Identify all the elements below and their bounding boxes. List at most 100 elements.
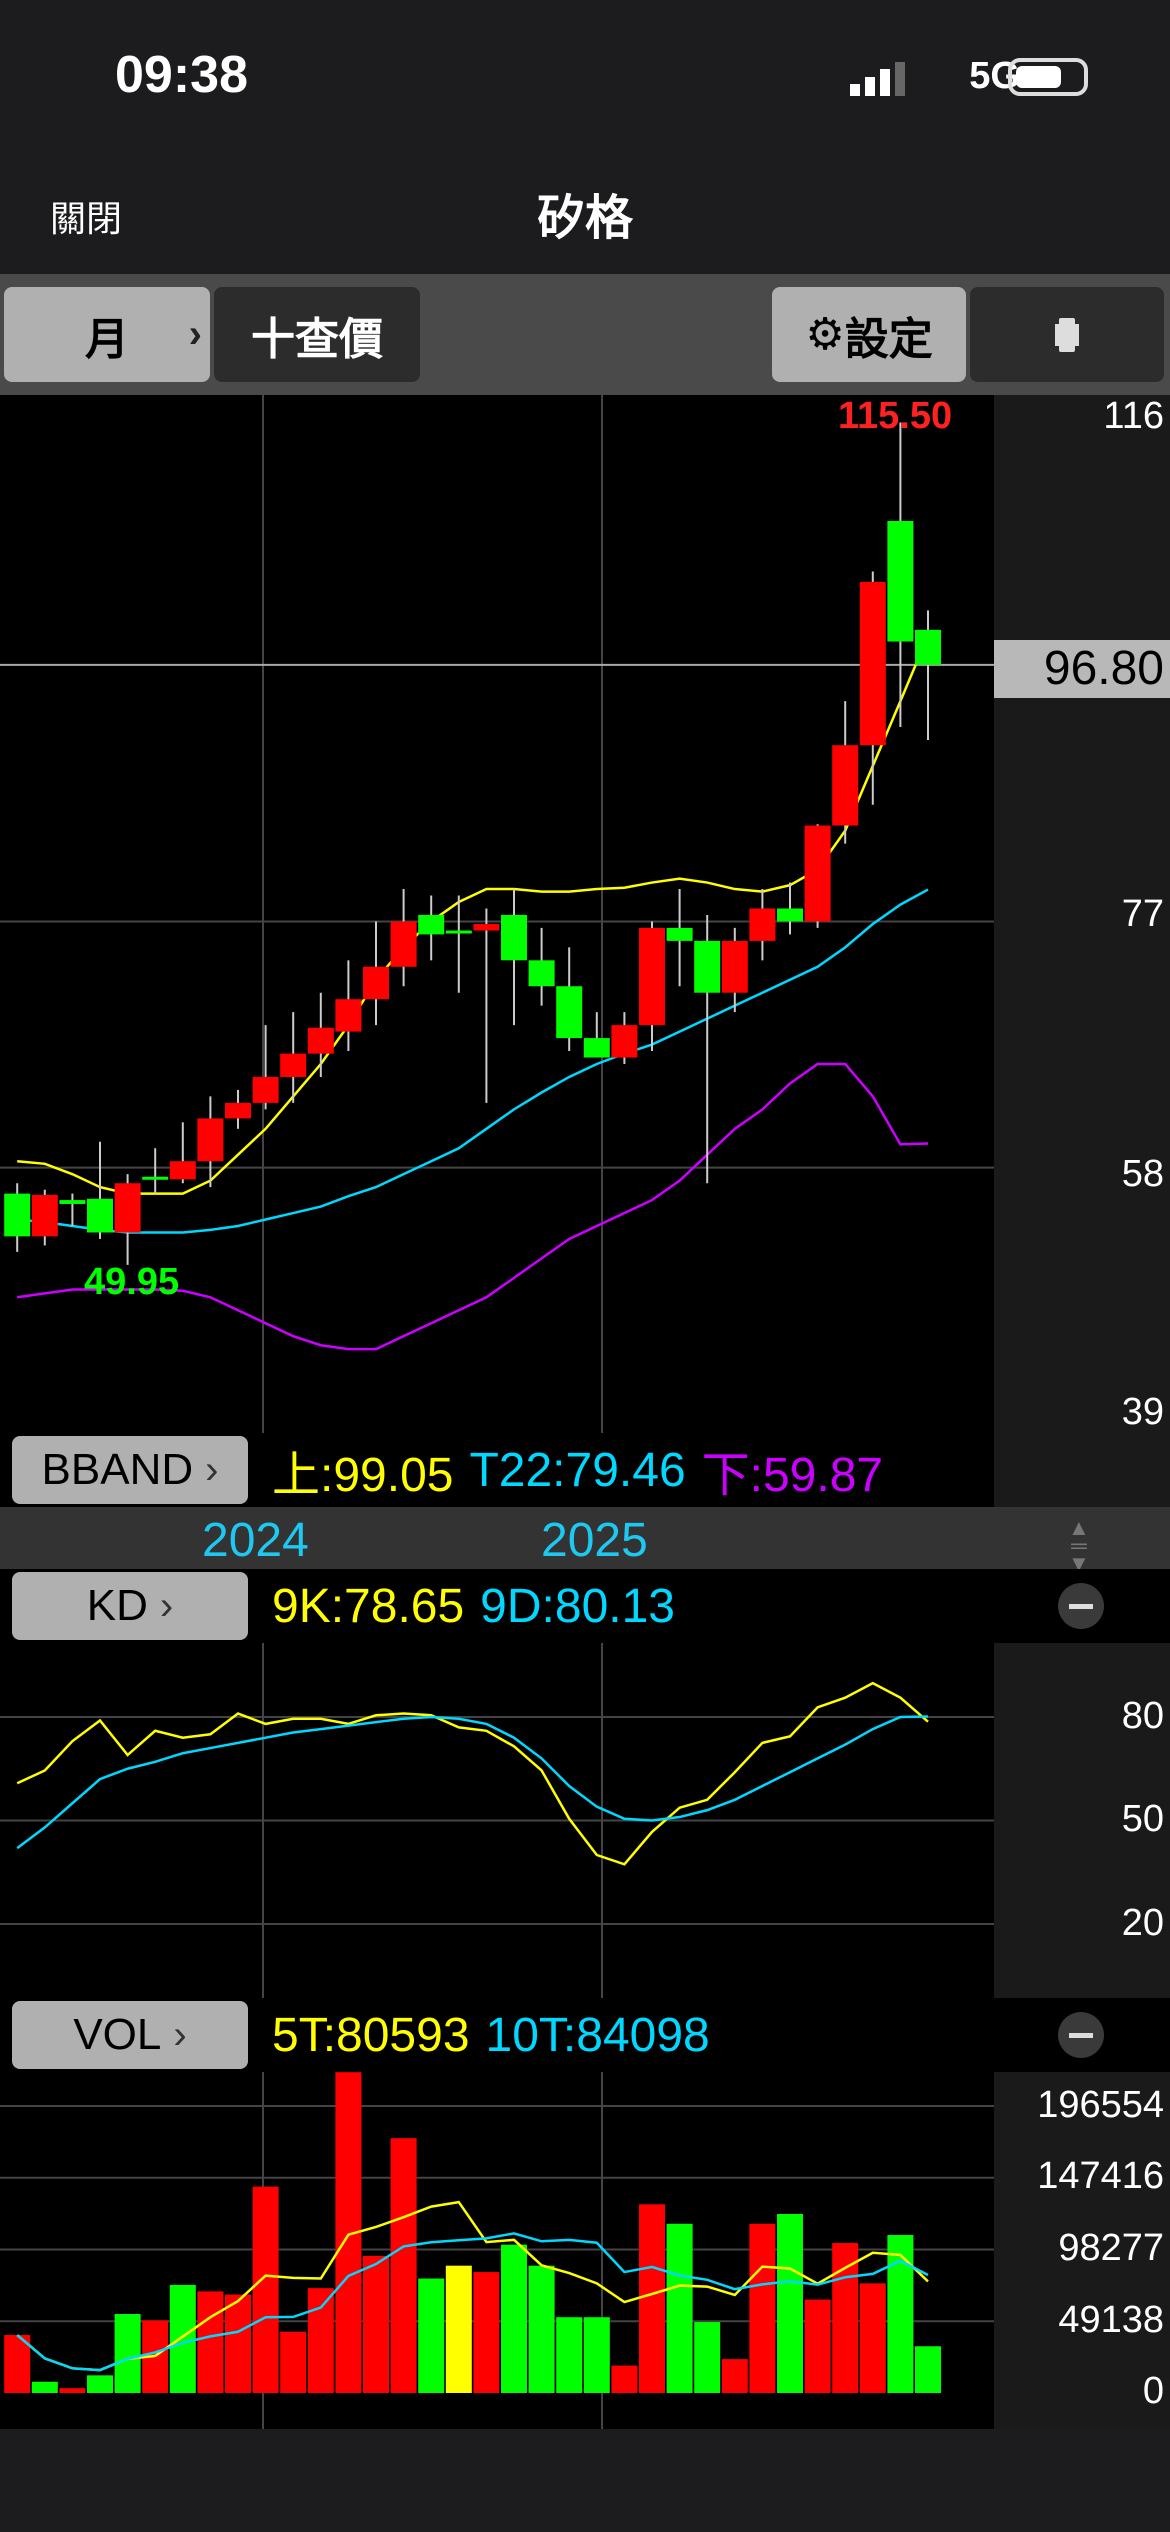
volume-bar (832, 2243, 859, 2393)
min-price-label: 49.95 (84, 1261, 180, 1303)
candle-body (749, 908, 776, 941)
candle-body (225, 1102, 251, 1119)
candle-body (87, 1198, 113, 1233)
kd-plot (0, 1643, 994, 1998)
candle-body (777, 908, 803, 922)
bband-lower: 下:59.87 (701, 1449, 884, 1502)
kd-axis: 80 50 20 (994, 1643, 1170, 1998)
signal-icon (850, 62, 905, 96)
candle-body (721, 940, 748, 993)
kd-d-value: 9D:80.13 (480, 1579, 675, 1633)
axis-label: 98277 (1058, 2227, 1164, 2269)
candle-body (142, 1176, 169, 1180)
bband-mid-line (17, 888, 929, 1234)
volume-chart[interactable] (0, 2072, 994, 2429)
chevron-right-icon: › (205, 1447, 219, 1492)
max-price-label: 115.50 (838, 395, 953, 437)
volume-bar (556, 2317, 583, 2393)
chevron-right-icon: › (173, 2012, 187, 2057)
volume-bar (390, 2138, 417, 2393)
candle-body (694, 940, 721, 993)
candle-body (390, 921, 417, 967)
candle-body (307, 1027, 334, 1054)
minus-icon (1069, 1603, 1093, 1609)
rotate-icon (1059, 317, 1075, 352)
minus-icon (1069, 2032, 1093, 2038)
candle-body (639, 927, 665, 1026)
period-label: 月 (85, 314, 129, 364)
vol-ma5: 5T:80593 (272, 2008, 470, 2062)
k-line (16, 1681, 929, 1866)
axis-label: 49138 (1058, 2299, 1164, 2341)
bband-lower-line (17, 1062, 929, 1351)
gear-icon: ⚙ (805, 310, 845, 359)
settings-button[interactable]: ⚙ 設定 (772, 287, 966, 382)
settings-label: 設定 (844, 314, 933, 364)
remove-kd-button[interactable] (1058, 1583, 1104, 1629)
candle-body (528, 960, 555, 987)
candle-body (363, 966, 389, 1000)
axis-label: 39 (1121, 1391, 1164, 1433)
volume-bar (694, 2322, 721, 2393)
volume-bar (252, 2186, 279, 2393)
volume-bar (363, 2255, 389, 2393)
volume-bar (611, 2365, 638, 2393)
candle-body (473, 924, 500, 931)
volume-plot (0, 2072, 994, 2429)
axis-label: 147416 (1037, 2155, 1164, 2197)
kd-chart[interactable] (0, 1643, 994, 1998)
axis-label: 116 (1103, 395, 1164, 437)
volume-bar (887, 2235, 914, 2393)
rotate-button[interactable] (970, 287, 1164, 382)
page-title: 矽格 (536, 192, 633, 245)
volume-bar (749, 2223, 776, 2393)
candle-body (804, 825, 831, 922)
volume-bar (445, 2265, 472, 2393)
volume-bar (473, 2272, 500, 2393)
volume-bar (114, 2314, 141, 2393)
volume-bar (501, 2244, 527, 2393)
time-axis[interactable]: 2024 2025 ▲ ═ ▼ (0, 1507, 1170, 1575)
volume-axis: 196554 147416 98277 49138 0 (994, 2072, 1170, 2429)
year-label: 2025 (541, 1514, 648, 1567)
axis-label: 20 (1121, 1902, 1164, 1944)
volume-bar (915, 2346, 941, 2393)
price-chart[interactable]: 115.50 49.95 (0, 395, 994, 1433)
candle-body (915, 629, 941, 665)
kd-k-value: 9K:78.65 (272, 1579, 465, 1633)
period-select[interactable]: 月 › (4, 287, 210, 382)
volume-bar (225, 2294, 251, 2393)
candle-body (583, 1038, 610, 1058)
vol-row: VOL › 5T:80593 10T:84098 (0, 1998, 994, 2072)
candle-body (887, 520, 914, 642)
vol-label: VOL (73, 2010, 162, 2059)
bband-button[interactable]: BBAND › (12, 1436, 248, 1504)
candle-body (114, 1183, 141, 1233)
candle-body (418, 914, 445, 935)
resize-handle-icon[interactable]: ▲ ═ ▼ (1068, 1517, 1090, 1575)
remove-vol-button[interactable] (1058, 2012, 1104, 2058)
price-axis: 116 77 58 39 96.80 (994, 395, 1170, 1433)
current-price-label: 96.80 (994, 640, 1170, 698)
axis-label: 50 (1121, 1798, 1164, 1840)
candle-body (169, 1161, 196, 1180)
vol-ma10: 10T:84098 (485, 2008, 710, 2062)
candle-body (197, 1118, 224, 1162)
candle-body (445, 930, 472, 934)
candle-body (31, 1194, 58, 1237)
vol-button[interactable]: VOL › (12, 2001, 248, 2069)
kd-button[interactable]: KD › (12, 1572, 248, 1640)
battery-icon (1008, 58, 1088, 96)
volume-bar (583, 2317, 610, 2393)
close-button[interactable]: 關閉 (50, 190, 122, 242)
volume-bar (666, 2223, 693, 2393)
volume-bar (721, 2359, 748, 2393)
axis-label: 196554 (1037, 2084, 1164, 2126)
volume-bar (859, 2283, 886, 2393)
query-price-button[interactable]: 十查價 (214, 287, 420, 382)
candle-body (501, 914, 527, 961)
bband-label: BBAND (41, 1445, 194, 1494)
status-bar: 09:38 5G (0, 0, 1170, 150)
candle-body (556, 986, 583, 1039)
candle-body (859, 581, 886, 746)
